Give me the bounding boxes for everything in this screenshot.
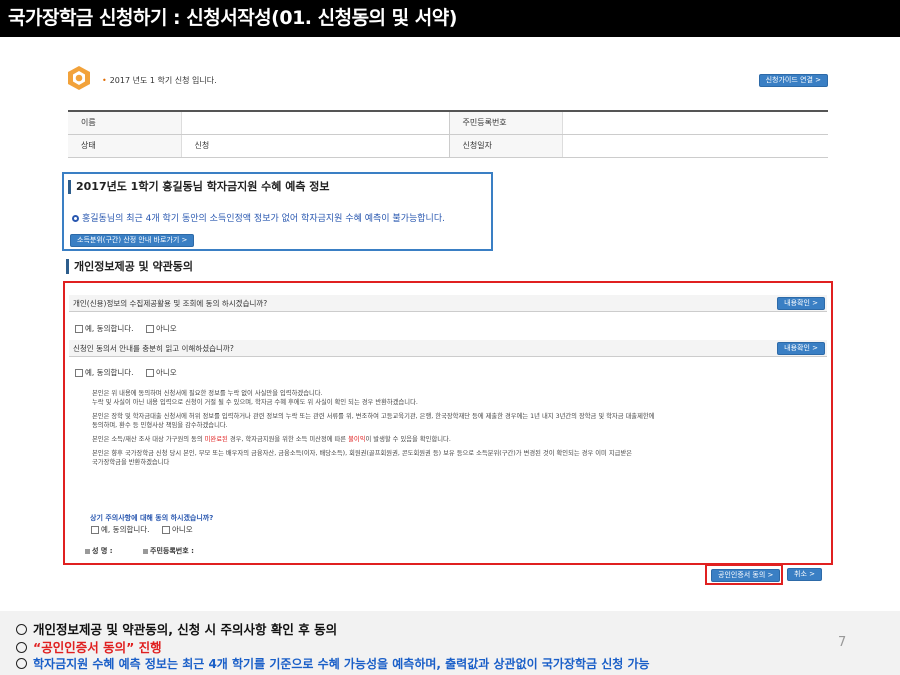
consent-panel: 개인(신용)정보의 수집제공활용 및 조회에 동의 하시겠습니까? 내용확인 >… [63,281,833,565]
no-label: 아니오 [155,324,177,333]
q2-options: 예, 동의합니다. 아니오 [75,367,187,378]
note-3-text: 학자금지원 수혜 예측 정보는 최근 4개 학기를 기준으로 수혜 가능성을 예… [33,657,650,671]
status-value: 신청 [180,134,450,158]
sub-no-option[interactable]: 아니오 [161,525,193,534]
term-line: 본인은 장학 및 학자금대출 신청서에 허위 정보를 입력하거나 관련 정보의 … [92,413,655,420]
notice-label: 2017 년도 1 학기 신청 입니다. [109,76,217,85]
apply-date-label: 신청일자 [449,134,563,158]
term-line: 본인은 소득/재산 조사 대상 가구원의 동의 [92,436,205,443]
note-3: 학자금지원 수혜 예측 정보는 최근 4개 학기를 기준으로 수혜 가능성을 예… [16,655,650,672]
rrn-value [562,111,828,135]
checkbox[interactable] [75,325,83,333]
sub-options: 예, 동의합니다. 아니오 [91,524,203,535]
page-number: 7 [838,635,847,650]
logo-icon [68,66,90,90]
summary-notes: 개인정보제공 및 약관동의, 신청 시 주의사항 확인 후 동의 “공인인증서 … [0,611,900,675]
status-label: 상태 [68,134,181,158]
sign-name-label: 성 명 : [92,547,113,555]
question-2-text: 신청인 동의서 안내를 충분히 읽고 이해하셨습니까? [73,344,234,353]
term-highlight: 미완료된 [204,436,228,443]
note-1: 개인정보제공 및 약관동의, 신청 시 주의사항 확인 후 동의 [16,619,337,638]
slide-title: 국가장학금 신청하기 : 신청서작성(01. 신청동의 및 서약) [0,0,900,37]
name-label: 이름 [68,111,181,135]
checkbox[interactable] [161,526,170,534]
square-bullet-icon [85,548,90,554]
term-line: 동의하며, 환수 등 민형사상 책임을 감수하겠습니다. [92,422,228,429]
terms-text: 본인은 위 내용에 동의하며 신청서에 필요한 정보를 누락 없이 사실만을 입… [92,389,822,472]
guide-link-button[interactable]: 신청가이드 연결 > [758,74,828,87]
term-paragraph: 본인은 소득/재산 조사 대상 가구원의 동의 미완료된 경우, 학자금지원을 … [92,435,822,444]
term-line: 본인은 위 내용에 동의하며 신청서에 필요한 정보를 누락 없이 사실만을 입… [92,390,323,397]
square-bullet-icon [143,548,148,554]
term-line: 누락 및 사실이 아닌 내용 입력으로 신청이 거절 될 수 있으며, 학자금 … [92,399,418,406]
no-label: 아니오 [155,368,177,377]
q1-no-option[interactable]: 아니오 [145,324,177,333]
question-1: 개인(신용)정보의 수집제공활용 및 조회에 동의 하시겠습니까? 내용확인 > [69,295,827,312]
note-2: “공인인증서 동의” 진행 [16,637,162,656]
cert-consent-button[interactable]: 공인인증서 동의 > [711,569,781,582]
q2-no-option[interactable]: 아니오 [145,368,177,377]
notice-text: • 2017 년도 1 학기 신청 입니다. [102,75,217,86]
term-paragraph: 본인은 향후 국가장학금 신청 당시 본인, 부모 또는 배우자의 금융자산, … [92,449,822,467]
sub-yes-option[interactable]: 예, 동의합니다. [91,525,150,534]
sign-id-label: 주민등록번호 : [150,547,194,555]
name-value [180,111,450,135]
rrn-label: 주민등록번호 [449,111,563,135]
income-guide-button[interactable]: 소득분위(구간) 산정 안내 바로가기 > [70,234,195,247]
term-line: 이 발생할 수 있음을 확인합니다. [365,436,451,443]
q1-options: 예, 동의합니다. 아니오 [75,323,187,334]
ring-bullet-icon [72,215,79,222]
name-field: 성 명 : [85,547,113,555]
term-paragraph: 본인은 위 내용에 동의하며 신청서에 필요한 정보를 누락 없이 사실만을 입… [92,389,822,407]
q1-view-button[interactable]: 내용확인 > [777,297,825,310]
term-paragraph: 본인은 장학 및 학자금대출 신청서에 허위 정보를 입력하거나 관련 정보의 … [92,412,822,430]
table-row: 상태 신청 신청일자 [68,134,828,158]
prediction-message: 홍길동님의 최근 4개 학기 동안의 소득인정액 정보가 없어 학자금지원 수혜… [72,211,445,224]
term-highlight: 불이익 [348,436,366,443]
term-line: 본인은 향후 국가장학금 신청 당시 본인, 부모 또는 배우자의 금융자산, … [92,450,633,457]
checkbox[interactable] [145,369,154,377]
no-label: 아니오 [171,525,193,534]
note-2-text: “공인인증서 동의” 진행 [33,640,162,655]
q2-view-button[interactable]: 내용확인 > [777,342,825,355]
section-title: 개인정보제공 및 약관동의 [66,259,193,274]
table-row: 이름 주민등록번호 [68,111,828,135]
sub-question: 상기 주의사항에 대해 동의 하시겠습니까? [90,514,214,522]
applicant-info-table: 이름 주민등록번호 상태 신청 신청일자 [68,110,828,158]
prediction-panel: 2017년도 1학기 홍길동님 학자금지원 수혜 예측 정보 홍길동님의 최근 … [62,172,493,251]
question-1-text: 개인(신용)정보의 수집제공활용 및 조회에 동의 하시겠습니까? [73,299,268,308]
circle-bullet-icon [16,624,27,635]
checkbox[interactable] [145,325,154,333]
circle-bullet-icon [16,642,27,653]
prediction-message-text: 홍길동님의 최근 4개 학기 동안의 소득인정액 정보가 없어 학자금지원 수혜… [82,214,445,224]
note-1-text: 개인정보제공 및 약관동의, 신청 시 주의사항 확인 후 동의 [33,622,338,637]
cert-highlight: 공인인증서 동의 > [705,564,783,585]
term-line: 경우, 학자금지원을 위한 소득 미산정에 따른 [227,436,349,443]
checkbox[interactable] [91,526,99,534]
notice-row: • 2017 년도 1 학기 신청 입니다. 신청가이드 연결 > [68,66,828,96]
cancel-button[interactable]: 취소 > [787,568,822,581]
checkbox[interactable] [75,369,83,377]
circle-bullet-icon [16,658,27,669]
prediction-title: 2017년도 1학기 홍길동님 학자금지원 수혜 예측 정보 [68,180,330,194]
yes-label: 예, 동의합니다. [101,525,150,534]
signature-row: 성 명 : 주민등록번호 : [85,546,194,556]
term-line: 국가장학금을 반환하겠습니다 [92,459,170,466]
question-2: 신청인 동의서 안내를 충분히 읽고 이해하셨습니까? 내용확인 > [69,340,827,357]
yes-label: 예, 동의합니다. [85,368,134,377]
bullet-icon: • [102,76,107,85]
id-field: 주민등록번호 : [143,547,194,555]
yes-label: 예, 동의합니다. [85,324,134,333]
q1-yes-option[interactable]: 예, 동의합니다. [75,324,134,333]
q2-yes-option[interactable]: 예, 동의합니다. [75,368,134,377]
apply-date-value [562,134,828,158]
